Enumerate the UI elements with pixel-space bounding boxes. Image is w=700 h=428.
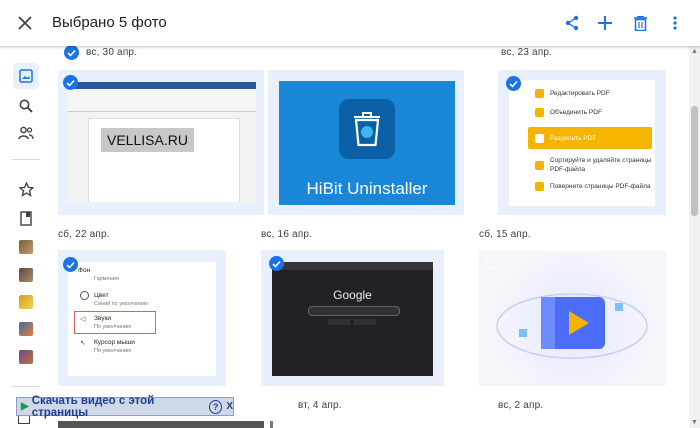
more-vert-icon bbox=[673, 16, 677, 30]
help-button[interactable]: ? bbox=[209, 399, 223, 414]
photo-google-dark: Google bbox=[272, 262, 433, 376]
photo-tile-selected[interactable]: HiBit Uninstaller bbox=[268, 70, 464, 215]
pdf-rotate-icon bbox=[535, 182, 544, 191]
navigation-rail bbox=[0, 46, 52, 428]
pdf-merge-icon bbox=[535, 108, 544, 117]
pdf-sort-icon bbox=[535, 160, 544, 170]
date-label: сб, 15 апр. bbox=[479, 229, 531, 240]
people-icon bbox=[18, 126, 34, 140]
setting-sub: По умолчанию bbox=[94, 348, 132, 354]
cursor-icon: ↖ bbox=[80, 340, 86, 347]
menu-item-label: Сортируйте и удаляйте страницы PDF-файла bbox=[550, 157, 652, 173]
check-icon bbox=[66, 261, 75, 269]
scroll-down-icon[interactable]: ▼ bbox=[689, 417, 700, 428]
setting-sub: Синий по умолчанию bbox=[94, 301, 148, 307]
photo-select-checkbox[interactable] bbox=[269, 256, 284, 271]
vellisa-text: VELLISA.RU bbox=[101, 128, 194, 152]
photo-video-editor[interactable] bbox=[479, 251, 666, 386]
rail-divider bbox=[12, 386, 40, 387]
google-logo: Google bbox=[333, 288, 372, 302]
setting-sub: По умолчанию bbox=[94, 324, 132, 330]
photo-select-checkbox[interactable] bbox=[63, 75, 78, 90]
close-selection-button[interactable] bbox=[10, 8, 40, 38]
menu-item-label: Редактировать PDF bbox=[550, 90, 610, 97]
photo-icon bbox=[19, 69, 33, 83]
date-label: вс, 2 апр. bbox=[498, 400, 544, 411]
photo-hibit-uninstaller: HiBit Uninstaller bbox=[279, 81, 455, 205]
photo-tile-selected[interactable]: VELLISA.RU bbox=[58, 70, 264, 215]
album-thumbnail-icon[interactable] bbox=[19, 295, 33, 309]
check-icon bbox=[67, 49, 76, 57]
download-video-label[interactable]: Скачать видео с этой страницы bbox=[32, 395, 203, 419]
pdf-split-icon bbox=[535, 134, 544, 143]
search-icon bbox=[19, 99, 33, 113]
book-icon bbox=[20, 210, 32, 226]
delete-button[interactable] bbox=[625, 8, 655, 38]
more-options-button[interactable] bbox=[660, 8, 690, 38]
setting-title: Цвет bbox=[94, 292, 109, 299]
page-scrollbar[interactable]: ▲ ▼ bbox=[689, 46, 700, 428]
trash-icon bbox=[633, 15, 647, 31]
hibit-caption: HiBit Uninstaller bbox=[306, 179, 428, 198]
date-label: вс, 30 апр. bbox=[86, 47, 138, 58]
nav-library[interactable] bbox=[14, 206, 38, 230]
album-thumbnail-icon[interactable] bbox=[19, 322, 33, 336]
album-thumbnail-icon[interactable] bbox=[19, 268, 33, 282]
setting-sub: Гармония bbox=[94, 276, 119, 282]
nav-sharing[interactable] bbox=[14, 121, 38, 145]
rail-divider bbox=[12, 159, 40, 160]
menu-item-label: Объединить PDF bbox=[550, 109, 602, 116]
check-icon bbox=[509, 80, 518, 88]
photo-pdf-menu: Редактировать PDF Объединить PDF Раздели… bbox=[509, 80, 655, 206]
star-icon bbox=[18, 181, 34, 197]
album-thumbnail-icon[interactable] bbox=[19, 350, 33, 364]
add-to-album-button[interactable] bbox=[590, 8, 620, 38]
video-editor-illustration bbox=[496, 293, 648, 359]
setting-title: Курсор мыши bbox=[94, 339, 135, 346]
date-label: вс, 16 апр. bbox=[261, 229, 313, 240]
play-icon: ▶ bbox=[21, 401, 29, 412]
check-icon bbox=[66, 79, 75, 87]
check-icon bbox=[272, 260, 281, 268]
photo-select-checkbox[interactable] bbox=[484, 257, 497, 270]
date-label: сб, 22 апр. bbox=[58, 229, 110, 240]
setting-title: Звуки bbox=[94, 315, 111, 322]
menu-item-label: Поверните страницы PDF-файла bbox=[550, 183, 651, 190]
photo-tile-selected[interactable]: Редактировать PDF Объединить PDF Раздели… bbox=[498, 70, 666, 215]
photo-partial[interactable] bbox=[270, 421, 273, 428]
scrollbar-thumb[interactable] bbox=[691, 106, 698, 216]
photo-select-checkbox[interactable] bbox=[506, 76, 521, 91]
scroll-up-icon[interactable]: ▲ bbox=[689, 46, 700, 57]
share-icon bbox=[565, 15, 579, 31]
plus-icon bbox=[598, 16, 612, 30]
palette-icon bbox=[80, 291, 89, 300]
close-icon bbox=[18, 16, 32, 30]
photo-select-checkbox[interactable] bbox=[63, 257, 78, 272]
photo-word-document: VELLISA.RU bbox=[68, 82, 256, 202]
date-group-select-checkbox[interactable] bbox=[64, 45, 79, 60]
date-label: вс, 23 апр. bbox=[501, 47, 553, 58]
speaker-icon: ◁ bbox=[80, 316, 86, 323]
nav-photos[interactable] bbox=[13, 63, 39, 89]
photo-settings-list: Фон Гармония Цвет Синий по умолчанию Зву… bbox=[68, 262, 216, 376]
download-video-bar[interactable]: ▶ Скачать видео с этой страницы ? X bbox=[16, 395, 234, 419]
setting-title: Фон bbox=[78, 267, 91, 274]
album-thumbnail-icon[interactable] bbox=[19, 240, 33, 254]
menu-item-label: Разделить PDF bbox=[550, 135, 597, 142]
share-button[interactable] bbox=[557, 8, 587, 38]
close-bar-button[interactable]: X bbox=[226, 401, 233, 412]
date-label: вт, 4 апр. bbox=[298, 400, 342, 411]
page-title: Выбрано 5 фото bbox=[52, 14, 167, 31]
nav-search[interactable] bbox=[14, 94, 38, 118]
selection-toolbar: Выбрано 5 фото bbox=[0, 0, 700, 46]
photo-partial[interactable] bbox=[58, 421, 264, 428]
nav-favorites[interactable] bbox=[14, 177, 38, 201]
pdf-edit-icon bbox=[535, 89, 544, 98]
photo-tile-selected[interactable]: Фон Гармония Цвет Синий по умолчанию Зву… bbox=[58, 250, 226, 386]
recycle-bin-icon bbox=[354, 112, 380, 147]
photo-tile-selected[interactable]: Google bbox=[261, 250, 444, 386]
